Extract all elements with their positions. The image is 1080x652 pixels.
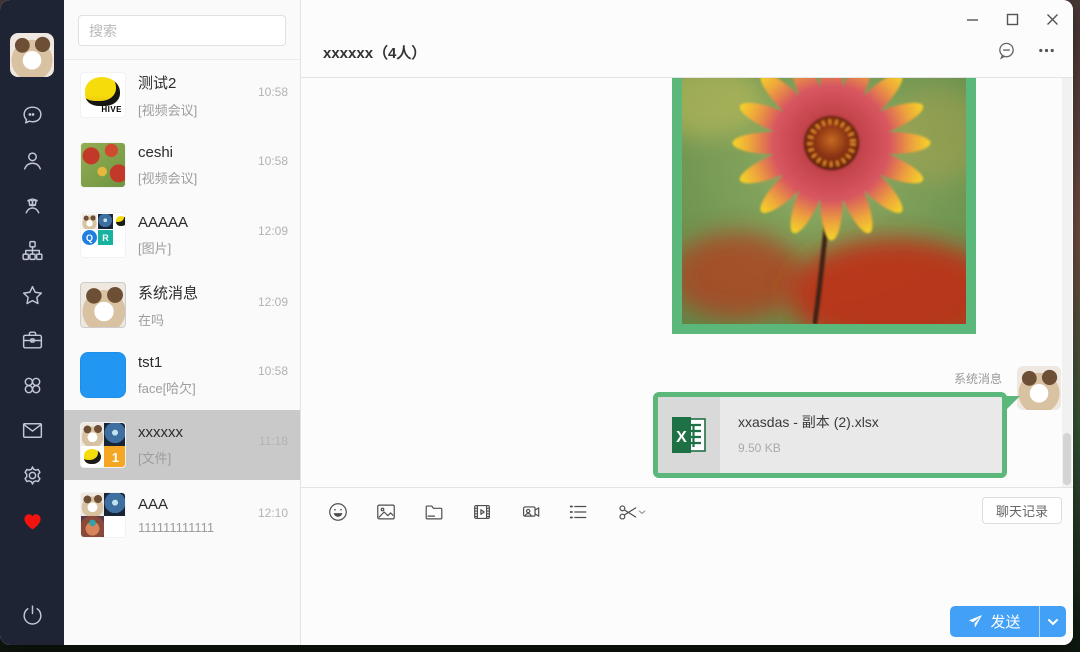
conversation-time: 10:58 [258, 85, 288, 99]
conversation-item[interactable]: AAA 12:10 111111111111 [64, 480, 300, 550]
workbench-icon[interactable] [19, 327, 45, 353]
blue-avatar [80, 352, 126, 398]
mail-icon[interactable] [19, 417, 45, 443]
conversation-time: 12:09 [258, 224, 288, 238]
file-message[interactable]: X xxasdas - 副本 (2).xlsx 9.50 KB [653, 392, 1007, 478]
sidebar [0, 0, 64, 645]
conversation-item[interactable]: tst1 10:58 face[哈欠] [64, 340, 300, 410]
chevron-down-icon [1047, 616, 1059, 628]
groups-icon[interactable] [19, 192, 45, 218]
hive-avatar: HIVE [80, 72, 126, 118]
conversation-preview: 在吗 [138, 310, 288, 329]
send-button[interactable]: 发送 [950, 606, 1040, 637]
conversation-time: 11:18 [259, 434, 288, 448]
chat-pane: xxxxxx（4人） [301, 0, 1073, 645]
send-file-button[interactable] [421, 499, 447, 525]
heart-icon[interactable] [19, 507, 45, 533]
send-options-button[interactable] [1040, 606, 1066, 637]
send-video-button[interactable] [469, 499, 495, 525]
conversation-name: xxxxxx [138, 424, 183, 441]
sender-avatar[interactable] [1017, 366, 1061, 410]
scrollbar-track[interactable] [1062, 78, 1072, 487]
message-input[interactable] [301, 535, 1073, 600]
puppy-avatar-image [10, 33, 54, 77]
chat-history-list-button[interactable] [565, 499, 591, 525]
chat-title: xxxxxx（4人） [323, 42, 426, 63]
conversation-name: 测试2 [138, 72, 176, 93]
apps-icon[interactable] [19, 372, 45, 398]
sidebar-nav [19, 102, 45, 533]
more-options-icon[interactable] [1035, 39, 1057, 61]
file-name: xxasdas - 副本 (2).xlsx [738, 412, 879, 432]
image-message-flower[interactable] [672, 78, 976, 334]
conversation-preview: [视频会议] [138, 168, 288, 187]
emoji-button[interactable] [325, 499, 351, 525]
conversation-time: 12:10 [258, 506, 288, 520]
search-bar [64, 0, 300, 60]
conversation-item[interactable]: HIVE 测试2 10:58 [视频会议] [64, 60, 300, 130]
paper-plane-icon [968, 614, 983, 629]
group-avatar: Q R [80, 212, 126, 258]
video-call-button[interactable] [517, 499, 543, 525]
svg-text:X: X [676, 429, 687, 446]
send-row: 发送 [301, 600, 1073, 645]
maximize-button[interactable] [999, 8, 1025, 30]
app-window: HIVE 测试2 10:58 [视频会议] ceshi 10:58 [视频会议]… [0, 0, 1073, 645]
screenshot-button[interactable] [613, 499, 651, 525]
unread-badge: 1 [104, 446, 126, 468]
flower-avatar [81, 143, 126, 188]
conversation-item[interactable]: Q R AAAAA 12:09 [图片] [64, 200, 300, 270]
conversation-name: AAAAA [138, 214, 188, 231]
conversation-preview: [视频会议] [138, 100, 288, 119]
scrollbar-thumb[interactable] [1063, 433, 1071, 485]
chat-history-button[interactable]: 聊天记录 [982, 497, 1062, 524]
conversation-item[interactable]: 系统消息 12:09 在吗 [64, 270, 300, 340]
chat-header: xxxxxx（4人） [301, 0, 1073, 78]
settings-icon[interactable] [19, 462, 45, 488]
power-icon[interactable] [19, 601, 45, 627]
contacts-icon[interactable] [19, 147, 45, 173]
conversation-list: HIVE 测试2 10:58 [视频会议] ceshi 10:58 [视频会议]… [64, 0, 301, 645]
close-button[interactable] [1039, 8, 1065, 30]
conversation-preview: [图片] [138, 238, 288, 257]
message-area: 系统消息 X xxasdas - 副本 (2).xlsx 9.50 KB [301, 78, 1073, 487]
group-avatar: 1 [80, 422, 126, 468]
conversation-name: 系统消息 [138, 282, 198, 303]
conversation-item-selected[interactable]: 1 xxxxxx 11:18 [文件] [64, 410, 300, 480]
conversation-item[interactable]: ceshi 10:58 [视频会议] [64, 130, 300, 200]
conversation-time: 12:09 [258, 295, 288, 309]
conversation-preview: face[哈欠] [138, 378, 288, 397]
org-chart-icon[interactable] [19, 237, 45, 263]
send-image-button[interactable] [373, 499, 399, 525]
bubble-tail [1005, 396, 1020, 411]
conversation-name: ceshi [138, 144, 173, 161]
user-avatar[interactable] [10, 33, 54, 77]
minimize-button[interactable] [959, 8, 985, 30]
conversation-name: tst1 [138, 354, 162, 371]
puppy-avatar [81, 283, 126, 328]
excel-file-icon: X [658, 397, 720, 473]
conversation-preview: [文件] [138, 448, 288, 467]
group-avatar [80, 492, 126, 538]
search-input[interactable] [78, 15, 286, 46]
mute-notifications-icon[interactable] [995, 39, 1017, 61]
conversation-preview: 111111111111 [138, 520, 288, 535]
chat-icon[interactable] [19, 102, 45, 128]
sender-name: 系统消息 [954, 370, 1002, 387]
message-input-area [301, 535, 1073, 600]
favorites-icon[interactable] [19, 282, 45, 308]
conversation-name: AAA [138, 496, 168, 513]
flower-image [682, 78, 966, 324]
composer-toolbar: 聊天记录 [301, 487, 1073, 535]
conversation-time: 10:58 [258, 154, 288, 168]
send-button-group: 发送 [950, 606, 1066, 637]
window-controls [959, 8, 1065, 30]
file-size: 9.50 KB [738, 441, 879, 455]
conversation-time: 10:58 [258, 364, 288, 378]
